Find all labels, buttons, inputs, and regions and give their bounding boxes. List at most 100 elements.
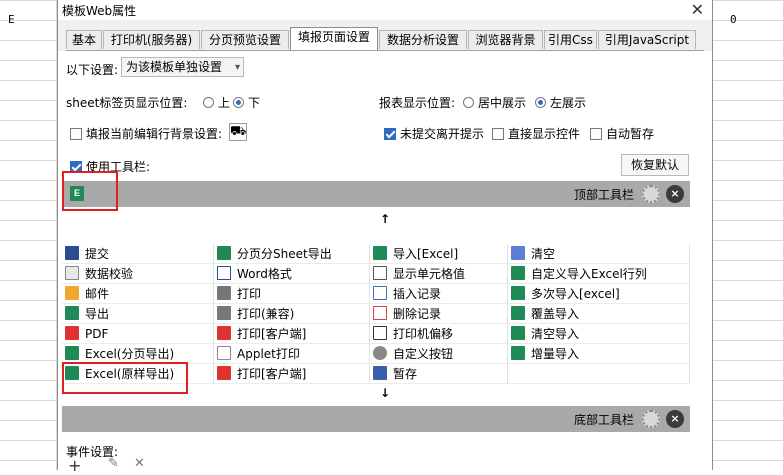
toolbar-button-label: 分页分Sheet导出: [237, 247, 332, 261]
toolbar-button-option[interactable]: Applet打印: [214, 344, 370, 364]
edit-icon[interactable]: ✎: [108, 456, 119, 471]
direct-show-controls-checkbox[interactable]: 直接显示控件: [492, 125, 580, 142]
down-arrow-icon[interactable]: ↓: [58, 386, 712, 400]
eraser-icon: [511, 246, 525, 260]
tab-data-analysis[interactable]: 数据分析设置: [379, 30, 467, 49]
template-web-properties-dialog: 模板Web属性 ✕ 基本 打印机(服务器) 分页预览设置 填报页面设置 数据分析…: [57, 0, 713, 475]
toolbar-button-option[interactable]: 自定义导入Excel行列: [508, 264, 690, 284]
tab-css[interactable]: 引用Css: [544, 30, 597, 49]
sheet-tab-position-label: sheet标签页显示位置:: [66, 96, 188, 110]
toolbar-button-label: 数据校验: [85, 267, 134, 281]
add-icon[interactable]: +: [68, 456, 81, 475]
toolbar-button-option[interactable]: Word格式: [214, 264, 370, 284]
delete-icon: [373, 306, 387, 320]
toolbar-button-option[interactable]: 暂存: [370, 364, 508, 384]
toolbar-button-label: 打印[客户端]: [237, 367, 307, 381]
tab-basic[interactable]: 基本: [66, 30, 102, 49]
sheet-tab-top-radio[interactable]: 上: [203, 94, 230, 111]
top-toolbar-label: 顶部工具栏: [574, 188, 635, 202]
gear-icon[interactable]: [642, 185, 660, 203]
floppy-icon: [373, 366, 387, 380]
use-toolbar-checkbox[interactable]: 使用工具栏:: [70, 158, 150, 175]
toolbar-button-option[interactable]: 覆盖导入: [508, 304, 690, 324]
toolbar-button-option[interactable]: 打印机偏移: [370, 324, 508, 344]
radio-selected-icon: [535, 97, 546, 108]
restore-default-button[interactable]: 恢复默认: [621, 154, 689, 176]
tab-fill-page[interactable]: 填报页面设置: [290, 27, 378, 50]
close-icon[interactable]: ✕: [691, 0, 704, 19]
cell-icon: [373, 266, 387, 280]
toolbar-button-label: 邮件: [85, 287, 110, 301]
toolbar-button-option[interactable]: 分页分Sheet导出: [214, 244, 370, 264]
top-toolbar[interactable]: E 顶部工具栏 ×: [62, 181, 690, 207]
toolbar-button-option[interactable]: 显示单元格值: [370, 264, 508, 284]
toolbar-button-label: PDF: [85, 327, 109, 341]
report-center-radio[interactable]: 居中展示: [463, 94, 526, 111]
fill-bg-checkbox[interactable]: 填报当前编辑行背景设置:: [70, 125, 222, 142]
delete-icon[interactable]: ✕: [134, 456, 145, 471]
toolbar-button-option[interactable]: Excel(分页导出): [62, 344, 214, 364]
toolbar-button-label: 打印: [237, 287, 262, 301]
toolbar-button-option[interactable]: 多次导入[excel]: [508, 284, 690, 304]
check-icon: [65, 266, 79, 280]
toolbar-button-label: 清空导入: [531, 327, 580, 341]
toolbar-button-label: 覆盖导入: [531, 307, 580, 321]
sheet-tab-bottom-radio[interactable]: 下: [233, 94, 260, 111]
export-icon: [65, 306, 79, 320]
excel-icon: [511, 326, 525, 340]
tab-browser-bg[interactable]: 浏览器背景: [468, 30, 543, 49]
toolbar-button-option[interactable]: Excel(原样导出): [62, 364, 214, 384]
excel-icon[interactable]: E: [70, 186, 84, 201]
toolbar-button-option[interactable]: 导出: [62, 304, 214, 324]
radio-icon: [463, 97, 474, 108]
toolbar-button-label: Applet打印: [237, 347, 300, 361]
toolbar-button-option[interactable]: 自定义按钮: [370, 344, 508, 364]
unsubmitted-prompt-checkbox[interactable]: 未提交离开提示: [384, 125, 484, 142]
up-arrow-icon[interactable]: ↑: [58, 212, 712, 226]
toolbar-button-option[interactable]: 导入[Excel]: [370, 244, 508, 264]
scope-select[interactable]: 为该模板单独设置 ▾: [121, 57, 244, 77]
paint-bucket-icon[interactable]: ⛟: [229, 123, 247, 141]
toolbar-button-option[interactable]: 打印(兼容): [214, 304, 370, 324]
toolbar-button-option[interactable]: 打印: [214, 284, 370, 304]
close-circle-icon[interactable]: ×: [666, 410, 684, 428]
toolbar-button-option[interactable]: 邮件: [62, 284, 214, 304]
toolbar-button-label: 显示单元格值: [393, 267, 466, 281]
toolbar-button-option[interactable]: 插入记录: [370, 284, 508, 304]
toolbar-button-option[interactable]: PDF: [62, 324, 214, 344]
toolbar-button-option[interactable]: 数据校验: [62, 264, 214, 284]
gear-icon[interactable]: [642, 410, 660, 428]
toolbar-button-option[interactable]: 打印[客户端]: [214, 364, 370, 384]
tab-javascript[interactable]: 引用JavaScript: [598, 30, 696, 49]
toolbar-button-label: 清空: [531, 247, 556, 261]
toolbar-button-option[interactable]: 删除记录: [370, 304, 508, 324]
chevron-down-icon: ▾: [234, 62, 240, 73]
toolbar-button-option[interactable]: 增量导入: [508, 344, 690, 364]
close-circle-icon[interactable]: ×: [666, 185, 684, 203]
fill-page-settings-panel: 以下设置: 为该模板单独设置 ▾ sheet标签页显示位置: 上 下 报表显示位…: [58, 51, 712, 475]
excel-icon: [65, 346, 79, 360]
radio-selected-icon: [233, 97, 244, 108]
applet-icon: [217, 346, 231, 360]
mail-icon: [65, 286, 79, 300]
toolbar-button-label: 暂存: [393, 367, 418, 381]
report-left-radio[interactable]: 左展示: [535, 94, 586, 111]
tab-printer-server[interactable]: 打印机(服务器): [103, 30, 200, 49]
toolbar-button-option[interactable]: 打印[客户端]: [214, 324, 370, 344]
report-position-label: 报表显示位置:: [379, 96, 456, 110]
toolbar-button-option[interactable]: 清空: [508, 244, 690, 264]
sheet-tab-bottom-label: 下: [248, 96, 261, 110]
auto-save-checkbox[interactable]: 自动暂存: [590, 125, 654, 142]
toolbar-button-option[interactable]: 清空导入: [508, 324, 690, 344]
scope-select-value: 为该模板单独设置: [126, 60, 223, 74]
excel-icon: [217, 246, 231, 260]
toolbar-button-label: 导入[Excel]: [393, 247, 459, 261]
tab-page-preview[interactable]: 分页预览设置: [201, 30, 289, 49]
toolbar-button-option[interactable]: 提交: [62, 244, 214, 264]
sheet-tab-top-label: 上: [218, 96, 231, 110]
excel-icon: [511, 286, 525, 300]
bottom-toolbar[interactable]: 底部工具栏 ×: [62, 406, 690, 432]
toolbar-button-label: 打印(兼容): [237, 307, 295, 321]
move-icon: [373, 326, 387, 340]
use-toolbar-label: 使用工具栏:: [86, 160, 151, 174]
